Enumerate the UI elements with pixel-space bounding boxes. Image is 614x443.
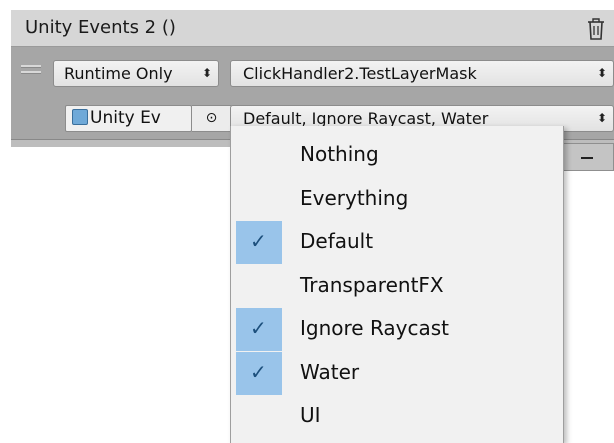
menu-check-box: ✓ xyxy=(236,351,282,395)
drag-handle-icon[interactable] xyxy=(21,65,41,77)
checkmark-icon: ✓ xyxy=(250,229,267,253)
menu-item[interactable]: ✓ Ignore Raycast xyxy=(231,308,563,351)
menu-item-label: Default xyxy=(300,229,374,253)
object-icon xyxy=(72,109,88,125)
target-object-label: Unity Ev xyxy=(90,108,161,128)
menu-check-box xyxy=(236,178,282,221)
function-dropdown[interactable]: ClickHandler2.TestLayerMask ⬍ xyxy=(230,60,614,87)
runtime-mode-label: Runtime Only xyxy=(64,64,173,83)
function-label: ClickHandler2.TestLayerMask xyxy=(243,64,477,83)
popup-arrows-icon: ⬍ xyxy=(596,66,607,80)
menu-item[interactable]: UI xyxy=(231,395,563,438)
panel-title: Unity Events 2 () xyxy=(25,17,176,38)
menu-item[interactable]: TransparentFX xyxy=(231,265,563,308)
menu-item[interactable]: ✓ Default xyxy=(231,221,563,264)
menu-item-label: Nothing xyxy=(300,142,379,166)
trash-icon[interactable] xyxy=(584,16,608,42)
target-object-field[interactable]: Unity Ev xyxy=(65,105,192,132)
menu-item-label: TransparentFX xyxy=(300,272,444,297)
menu-item-label: UI xyxy=(300,403,321,427)
runtime-mode-dropdown[interactable]: Runtime Only ⬍ xyxy=(53,60,219,87)
menu-check-box xyxy=(236,134,282,177)
menu-check-box xyxy=(236,395,282,438)
menu-check-box: ✓ xyxy=(236,308,282,351)
menu-check-box: ✓ xyxy=(236,221,282,264)
remove-event-button[interactable] xyxy=(560,143,614,171)
minus-icon xyxy=(581,157,593,159)
popup-arrows-icon: ⬍ xyxy=(596,111,607,125)
menu-item-label: Everything xyxy=(300,185,409,210)
checkmark-icon: ✓ xyxy=(250,316,267,340)
checkmark-icon: ✓ xyxy=(250,359,267,384)
menu-item-label: Ignore Raycast xyxy=(300,316,450,340)
layer-mask-menu: Nothing Everything ✓ Default TransparentFX ✓ I… xyxy=(230,126,564,443)
object-picker-icon[interactable]: ⊙ xyxy=(192,105,232,132)
popup-arrows-icon: ⬍ xyxy=(201,66,212,80)
menu-item[interactable]: ✓ Water xyxy=(231,351,563,395)
menu-item[interactable]: Nothing xyxy=(231,134,563,177)
menu-check-box xyxy=(236,265,282,308)
menu-item[interactable]: Everything xyxy=(231,178,563,221)
panel-header: Unity Events 2 () xyxy=(11,10,614,47)
menu-item-label: Water xyxy=(300,359,360,384)
